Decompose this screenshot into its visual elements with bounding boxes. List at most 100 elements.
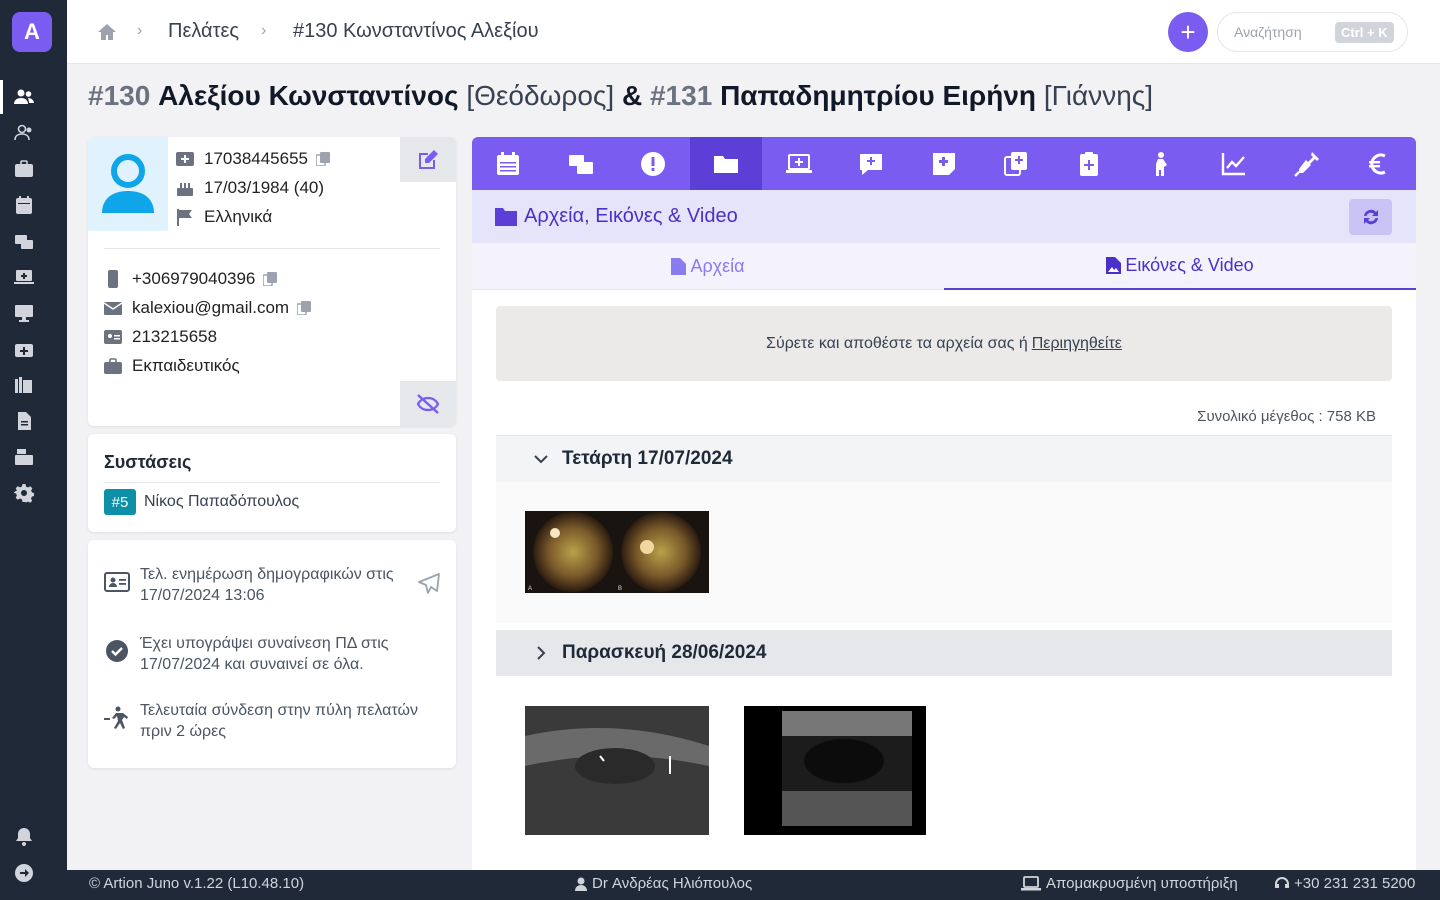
birth-row: 17/03/1984 (40)	[176, 178, 324, 198]
sidebar-item-calendar[interactable]	[0, 188, 67, 222]
breadcrumb-current: #130 Κωνσταντίνος Αλεξίου	[293, 20, 539, 42]
page-title: #130 Αλεξίου Κωνσταντίνος [Θεόδωρος] & #…	[88, 80, 1154, 111]
tool-calendar[interactable]	[472, 137, 545, 190]
tool-pregnancy[interactable]	[1125, 137, 1198, 190]
headset-icon	[1275, 876, 1289, 888]
sidebar-item-cash-register[interactable]	[0, 440, 67, 474]
clipboard-medical-icon	[1080, 151, 1099, 176]
file-image-icon	[1106, 257, 1122, 274]
chevron-down-icon	[534, 455, 548, 464]
consent-row: Έχει υπογράψει συναίνεση ΠΔ στις 17/07/2…	[104, 633, 440, 675]
chevron-right-icon: ›	[261, 22, 267, 39]
ultrasound-thumbnail[interactable]	[744, 706, 926, 835]
tool-visit[interactable]	[762, 137, 835, 190]
file-icon	[18, 412, 31, 430]
laptop-medical-icon	[785, 153, 812, 173]
arrow-circle-right-icon	[15, 864, 33, 882]
remote-support-link[interactable]: Απομακρυσμένη υποστήριξη	[1021, 875, 1238, 892]
files-panel: Αρχεία, Εικόνες & Video Αρχεία Εικόνες &…	[472, 137, 1416, 870]
sidebar-item-logout[interactable]	[0, 856, 67, 890]
gear-icon	[14, 484, 34, 503]
syringe-icon	[1293, 151, 1319, 177]
sidebar-item-notifications[interactable]	[0, 820, 67, 854]
tab-files[interactable]: Αρχεία	[472, 243, 944, 290]
search-input[interactable]: Αναζήτηση Ctrl + K	[1217, 12, 1408, 52]
tool-comment-medical[interactable]	[835, 137, 908, 190]
books-icon	[15, 377, 32, 393]
envelope-icon	[104, 302, 122, 315]
sidebar-item-monitor[interactable]	[0, 296, 67, 330]
sidebar-item-documents[interactable]	[0, 404, 67, 438]
fundus-photo-thumbnail[interactable]: A B	[525, 511, 709, 593]
tool-clipboard-medical[interactable]	[1053, 137, 1126, 190]
app-logo[interactable]: A	[12, 12, 52, 52]
demographics-update-row: Τελ. ενημέρωση δημογραφικών στις 17/07/2…	[104, 564, 440, 606]
monitor-icon	[15, 305, 33, 322]
laptop-icon	[1021, 875, 1041, 890]
id-row: 213215658	[104, 327, 217, 347]
add-button[interactable]: +	[1168, 12, 1208, 52]
search-placeholder: Αναζήτηση	[1234, 24, 1302, 40]
browse-link[interactable]: Περιηγηθείτε	[1032, 335, 1122, 353]
tool-vaccines[interactable]	[1271, 137, 1344, 190]
ultrasound-thumbnail[interactable]	[525, 706, 709, 835]
toggle-visibility-button[interactable]	[400, 381, 456, 426]
tool-alerts[interactable]	[617, 137, 690, 190]
tool-payments[interactable]	[1343, 137, 1416, 190]
cash-register-icon	[15, 449, 33, 465]
breadcrumb-clients[interactable]: Πελάτες	[168, 20, 239, 43]
referral-name[interactable]: Νίκος Παπαδόπουλος	[144, 493, 299, 511]
tab-images-video[interactable]: Εικόνες & Video	[944, 243, 1416, 290]
mail-bulk-icon	[568, 154, 593, 174]
support-phone[interactable]: +30 231 231 5200	[1274, 875, 1415, 892]
section-title: Αρχεία, Εικόνες & Video	[524, 205, 738, 227]
refresh-icon	[1363, 209, 1378, 225]
tool-copy-medical[interactable]	[980, 137, 1053, 190]
file-icon	[671, 258, 687, 275]
referral-badge[interactable]: #5	[104, 489, 136, 515]
portal-login-row: Τελευταία σύνδεση στην πύλη πελατών πριν…	[104, 700, 440, 742]
meta-card: Τελ. ενημέρωση δημογραφικών στις 17/07/2…	[88, 540, 456, 768]
home-icon[interactable]	[97, 22, 117, 42]
sidebar-item-cases[interactable]	[0, 152, 67, 186]
sidebar-item-contacts[interactable]	[0, 116, 67, 150]
calendar-icon	[497, 151, 520, 175]
refresh-button[interactable]	[1349, 199, 1392, 235]
tool-note-medical[interactable]	[908, 137, 981, 190]
chevron-right-icon	[537, 646, 546, 660]
sidebar-item-patients[interactable]	[0, 80, 67, 114]
phone-row: +306979040396	[104, 269, 278, 289]
sidebar: A	[0, 0, 67, 900]
tool-files[interactable]	[689, 137, 763, 190]
sidebar-item-mail[interactable]	[0, 224, 67, 258]
language-row: Ελληνικά	[176, 207, 272, 227]
briefcase-icon	[15, 160, 33, 177]
sidebar-item-medical-kit[interactable]	[0, 332, 67, 366]
edit-button[interactable]	[400, 137, 456, 182]
id-card-medical-icon	[176, 152, 194, 166]
medkit-icon	[15, 344, 33, 357]
version-text: © Artion Juno v.1.22 (L10.48.10)	[89, 875, 305, 892]
date-group-header[interactable]: Τετάρτη 17/07/2024	[496, 436, 1392, 482]
amka-row: 17038445655	[176, 149, 331, 169]
person-pregnant-icon	[1155, 151, 1167, 176]
laptop-medical-icon	[14, 270, 34, 284]
copy-icon[interactable]	[297, 301, 312, 315]
divider	[104, 248, 440, 249]
euro-icon	[1369, 153, 1387, 174]
paper-plane-icon[interactable]	[418, 573, 440, 595]
copy-icon[interactable]	[263, 272, 278, 286]
date-group: Παρασκευή 28/06/2024	[496, 630, 1392, 870]
dropzone[interactable]: Σύρετε και αποθέστε τα αρχεία σας ή Περι…	[496, 306, 1392, 381]
tool-mail[interactable]	[545, 137, 618, 190]
exclamation-circle-icon	[641, 151, 666, 176]
date-group-header[interactable]: Παρασκευή 28/06/2024	[496, 630, 1392, 676]
footer-user: Dr Ανδρέας Ηλιόπουλος	[575, 875, 752, 892]
tool-charts[interactable]	[1198, 137, 1271, 190]
files-tabs: Αρχεία Εικόνες & Video	[472, 243, 1416, 290]
copy-icon[interactable]	[316, 152, 331, 166]
sidebar-item-visits[interactable]	[0, 260, 67, 294]
sidebar-item-library[interactable]	[0, 368, 67, 402]
mail-bulk-icon	[15, 235, 33, 249]
sidebar-item-settings[interactable]	[0, 476, 67, 510]
